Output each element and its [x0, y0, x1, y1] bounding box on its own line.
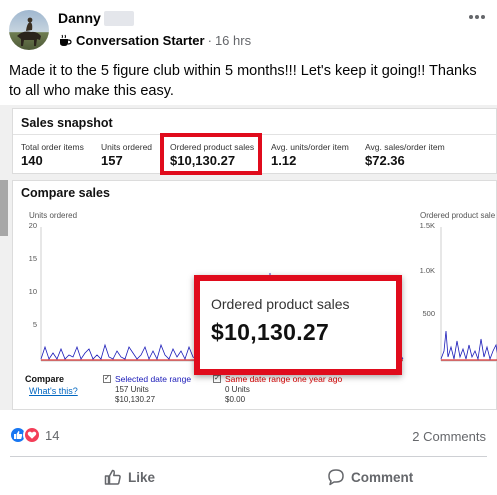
stat-units-ordered: Units ordered 157 [101, 142, 152, 168]
post-text: Made it to the 5 figure club within 5 mo… [9, 63, 477, 99]
coffee-cup-icon [58, 34, 72, 47]
highlight-box [160, 133, 262, 175]
zoom-label: Ordered product sales [211, 296, 350, 312]
previous-range-units: 0 Units [225, 385, 250, 394]
more-horizontal-icon [469, 15, 485, 19]
reaction-count: 14 [45, 427, 60, 443]
like-label: Like [128, 469, 156, 485]
thumbs-up-icon [104, 469, 121, 485]
post-header: Danny Conversation Starter · 16 hrs [0, 0, 497, 56]
stat-label: Avg. units/order item [271, 142, 349, 152]
side-feedback-tab[interactable] [0, 180, 8, 236]
comment-bubble-icon [328, 469, 344, 486]
previous-range-label: Same date range one year ago [225, 374, 343, 384]
actions-divider [10, 456, 487, 457]
snapshot-title: Sales snapshot [21, 116, 113, 130]
stat-avg-sales-per-order: Avg. sales/order item $72.36 [365, 142, 445, 168]
legend-compare-label: Compare [25, 374, 65, 384]
previous-range-sales: $0.00 [225, 395, 246, 404]
right-chart-sales-line [440, 330, 497, 361]
zoom-value: $10,130.27 [211, 319, 330, 345]
stat-label: Avg. sales/order item [365, 142, 445, 152]
whats-this-link[interactable]: What's this? [29, 386, 78, 396]
author-avatar[interactable] [9, 10, 49, 50]
group-badge[interactable]: Conversation Starter [76, 33, 205, 48]
selected-range-units: 157 Units [115, 385, 149, 394]
author-name[interactable]: Danny [58, 10, 101, 26]
comment-button[interactable]: Comment [327, 465, 413, 489]
stat-value: $72.36 [365, 153, 405, 168]
reactions-summary[interactable]: 14 [9, 426, 59, 444]
comments-count-link[interactable]: 2 Comments [412, 429, 486, 444]
post-meta: Conversation Starter · 16 hrs [58, 33, 251, 48]
stat-label: Units ordered [101, 142, 153, 152]
stat-label: Total order items [21, 142, 84, 152]
stat-avg-units-per-order: Avg. units/order item 1.12 [271, 142, 349, 168]
selected-range-checkbox[interactable]: ✓ [103, 375, 111, 383]
attached-screenshot[interactable]: Sales snapshot Total order items 140 Uni… [0, 105, 497, 410]
love-reaction-icon [23, 426, 41, 444]
selected-range-label: Selected date range [115, 374, 192, 384]
compare-legend: Compare What's this? ✓ Selected date ran… [21, 374, 491, 410]
redacted-name-block [104, 11, 134, 26]
stat-value: 140 [21, 153, 43, 168]
stat-value: 1.12 [271, 153, 297, 168]
post-time[interactable]: 16 hrs [215, 33, 251, 48]
comment-label: Comment [351, 469, 414, 485]
stat-value: 157 [101, 153, 123, 168]
meta-separator: · [207, 33, 212, 48]
stat-total-order-items: Total order items 140 [21, 142, 84, 168]
more-options-button[interactable] [465, 8, 489, 28]
selected-range-sales: $10,130.27 [115, 395, 156, 404]
previous-range-checkbox[interactable]: ✓ [213, 375, 221, 383]
like-button[interactable]: Like [104, 465, 155, 489]
zoomed-sales-callout: Ordered product sales $10,130.27 [194, 275, 402, 375]
